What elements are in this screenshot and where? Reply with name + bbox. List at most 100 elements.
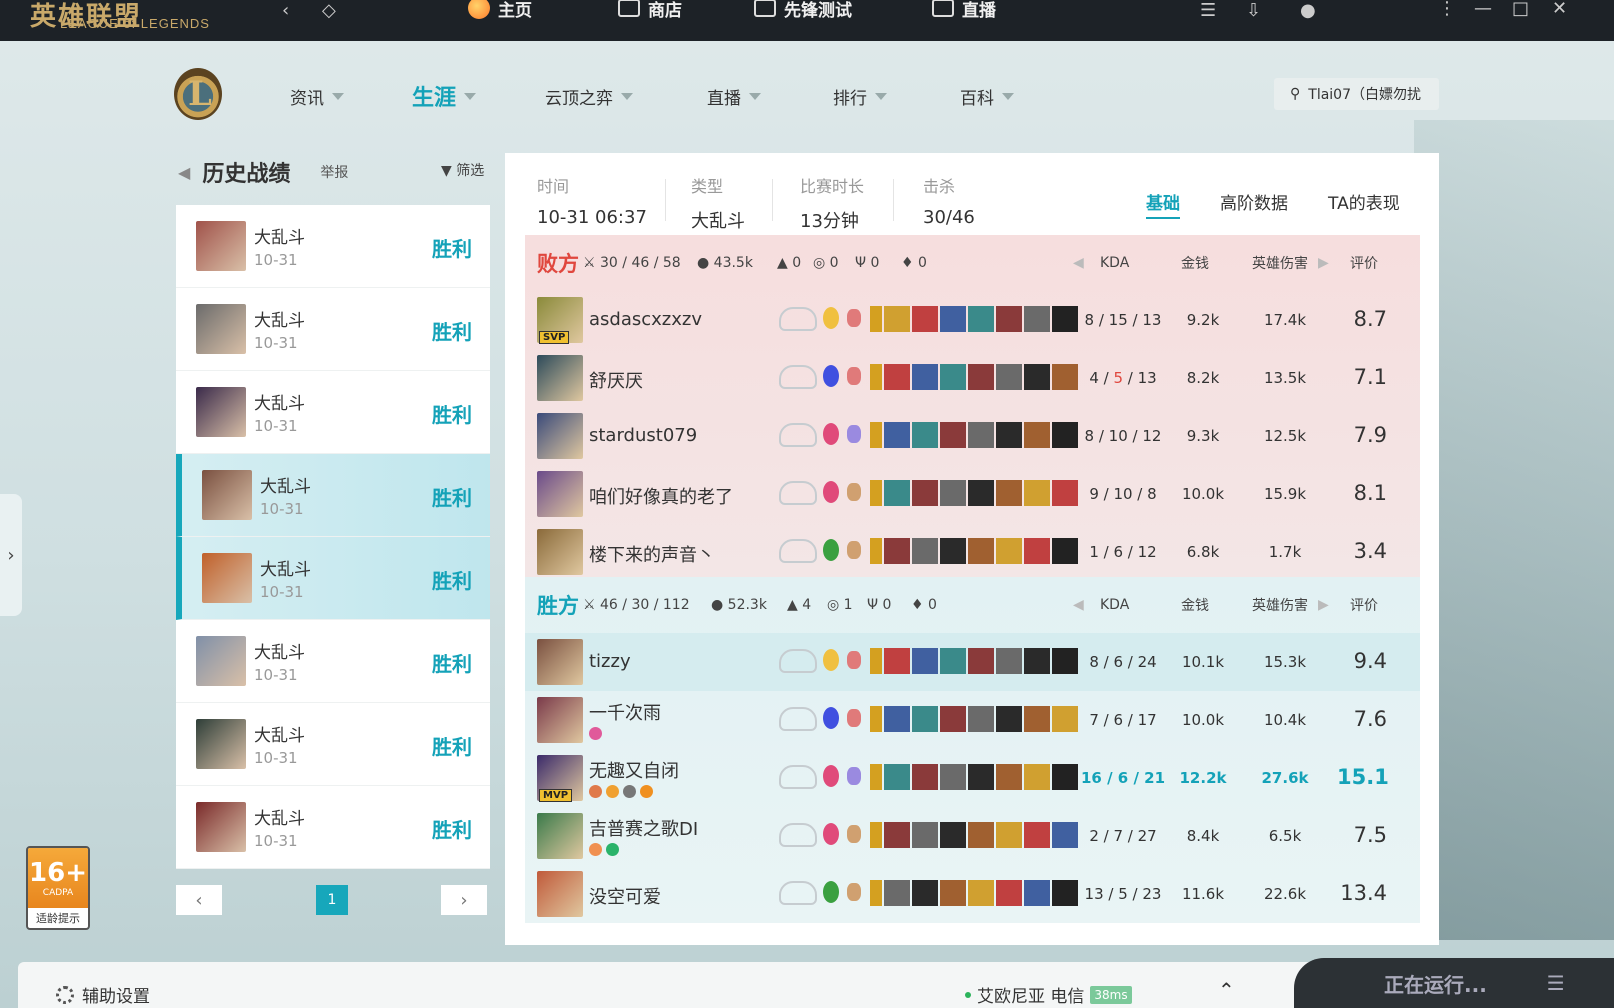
player-row[interactable]: stardust079 8 / 10 / 12 9.3k 12.5k 7.9 <box>525 407 1420 465</box>
player-name[interactable]: 楼下来的声音丶 <box>589 541 715 567</box>
report-link[interactable]: 举报 <box>320 162 348 182</box>
next-page-button[interactable]: › <box>441 885 487 915</box>
rank-wing-icon <box>779 539 817 563</box>
chevron-right-icon[interactable]: ▶ <box>1318 255 1329 271</box>
player-row[interactable]: 咱们好像真的老了 9 / 10 / 8 10.0k 15.9k 8.1 <box>525 465 1420 523</box>
player-row[interactable]: tizzy 8 / 6 / 24 10.1k 15.3k 9.4 <box>525 633 1420 691</box>
player-gold: 9.2k <box>1186 311 1220 329</box>
player-damage: 6.5k <box>1268 827 1302 845</box>
champion-avatar[interactable] <box>537 471 583 517</box>
team-towers: ▲ 4 <box>787 597 812 613</box>
rune-icon <box>823 823 839 845</box>
match-row[interactable]: 大乱斗 10-31 胜利 <box>176 786 490 869</box>
rank-wing-icon <box>779 481 817 505</box>
match-row[interactable]: 大乱斗 10-31 胜利 <box>176 537 490 620</box>
tab-performance[interactable]: TA的表现 <box>1328 189 1400 214</box>
rune-icon <box>823 307 839 329</box>
lol-emblem-icon[interactable]: L <box>174 68 222 120</box>
player-name[interactable]: 一千次雨 <box>589 699 661 725</box>
champion-avatar[interactable] <box>537 871 583 917</box>
side-expand-button[interactable]: › <box>0 494 22 616</box>
match-row[interactable]: 大乱斗 10-31 胜利 <box>176 454 490 537</box>
match-result: 胜利 <box>432 818 472 842</box>
inhibitor-icon: ◎ <box>827 597 840 613</box>
chat-icon[interactable]: ☰ <box>1200 0 1216 21</box>
assist-settings-button[interactable]: 辅助设置 <box>56 982 150 1007</box>
chevron-right-icon[interactable]: ▶ <box>1318 597 1329 613</box>
player-row[interactable]: 吉普赛之歌DI 2 / 7 / 27 8.4k 6.5k 7.5 <box>525 807 1420 865</box>
player-row[interactable]: 一千次雨 7 / 6 / 17 10.0k 10.4k 7.6 <box>525 691 1420 749</box>
player-name[interactable]: stardust079 <box>589 425 697 446</box>
match-list[interactable]: 大乱斗 10-31 胜利 大乱斗 10-31 胜利 大乱斗 10-31 胜利 大… <box>176 205 490 869</box>
nav-news[interactable]: 资讯 <box>290 84 344 109</box>
filter-button[interactable]: ▼ 筛选 <box>441 160 484 180</box>
match-row[interactable]: 大乱斗 10-31 胜利 <box>176 288 490 371</box>
column-rating: 评价 <box>1350 256 1378 272</box>
hamburger-icon[interactable]: ☰ <box>1547 971 1565 995</box>
top-nav-home[interactable]: 主页 <box>468 0 532 21</box>
player-name[interactable]: tizzy <box>589 651 631 672</box>
home-icon <box>468 0 490 19</box>
close-icon[interactable]: ✕ <box>1552 0 1567 19</box>
player-row[interactable]: MVP 无趣又自闭 16 / 6 / 21 12.2k 27.6k 15.1 <box>525 749 1420 807</box>
nav-wiki[interactable]: 百科 <box>960 84 1014 109</box>
player-row[interactable]: 楼下来的声音丶 1 / 6 / 12 6.8k 1.7k 3.4 <box>525 523 1420 581</box>
player-name[interactable]: 没空可爱 <box>589 883 661 909</box>
nav-career[interactable]: 生涯 <box>412 80 477 112</box>
player-kda: 8 / 15 / 13 <box>1084 311 1162 329</box>
player-kda: 7 / 6 / 17 <box>1089 711 1157 729</box>
top-nav-live[interactable]: 直播 <box>932 0 996 21</box>
player-name[interactable]: 无趣又自闭 <box>589 757 679 783</box>
team-kda: ⚔ 46 / 30 / 112 <box>583 597 690 613</box>
player-name[interactable]: 舒厌厌 <box>589 367 643 393</box>
top-nav-pbe[interactable]: 先锋测试 <box>754 0 852 21</box>
prev-page-button[interactable]: ‹ <box>176 885 222 915</box>
minimize-icon[interactable]: — <box>1474 0 1492 19</box>
player-name[interactable]: 吉普赛之歌DI <box>589 815 698 841</box>
team-header: 败方 ⚔ 30 / 46 / 58 ● 43.5k ▲ 0 ◎ 0 Ψ 0 ♦ … <box>525 235 1420 291</box>
chevron-down-icon <box>749 93 761 100</box>
match-row[interactable]: 大乱斗 10-31 胜利 <box>176 620 490 703</box>
chevron-left-icon[interactable]: ◀ <box>1073 597 1084 613</box>
item-build <box>870 480 1078 506</box>
item-build <box>870 538 1078 564</box>
avatar-icon[interactable]: ● <box>1300 0 1316 21</box>
champion-avatar[interactable] <box>537 813 583 859</box>
match-result: 胜利 <box>432 652 472 676</box>
tab-advanced[interactable]: 高阶数据 <box>1220 189 1288 214</box>
match-row[interactable]: 大乱斗 10-31 胜利 <box>176 703 490 786</box>
secondary-rune-icon <box>847 825 861 843</box>
maximize-icon[interactable]: □ <box>1512 0 1529 19</box>
champion-avatar[interactable] <box>537 639 583 685</box>
rank-wing-icon <box>779 423 817 447</box>
champion-avatar[interactable] <box>537 697 583 743</box>
player-row[interactable]: 舒厌厌 4 / 5 / 13 8.2k 13.5k 7.1 <box>525 349 1420 407</box>
player-row[interactable]: SVP asdascxzxzv 8 / 15 / 13 9.2k 17.4k 8… <box>525 291 1420 349</box>
player-name[interactable]: 咱们好像真的老了 <box>589 483 733 509</box>
champion-avatar[interactable] <box>537 529 583 575</box>
top-nav-store[interactable]: 商店 <box>618 0 682 21</box>
champion-avatar <box>202 553 252 603</box>
player-row[interactable]: 没空可爱 13 / 5 / 23 11.6k 22.6k 13.4 <box>525 865 1420 923</box>
champion-avatar[interactable] <box>537 413 583 459</box>
tag-icon[interactable]: ◇ <box>322 0 336 21</box>
search-box[interactable]: ⚲ Tlai07（白嫖勿扰 <box>1274 78 1439 110</box>
tab-basic[interactable]: 基础 <box>1146 189 1180 219</box>
chevron-left-icon[interactable]: ◀ <box>1073 255 1084 271</box>
download-icon[interactable]: ⇩ <box>1246 0 1261 21</box>
running-status[interactable]: 正在运行... ☰ <box>1294 958 1614 1008</box>
team-towers: ▲ 0 <box>777 255 802 271</box>
page-number[interactable]: 1 <box>316 885 348 915</box>
menu-icon[interactable]: ⋮ <box>1438 0 1456 19</box>
collapse-icon[interactable]: ◀ <box>178 163 190 182</box>
chevron-up-icon[interactable]: ⌃ <box>1218 978 1235 1002</box>
back-icon[interactable]: ‹ <box>282 0 289 21</box>
player-name[interactable]: asdascxzxzv <box>589 309 702 330</box>
nav-live[interactable]: 直播 <box>707 84 761 109</box>
champion-avatar[interactable] <box>537 355 583 401</box>
nav-tft[interactable]: 云顶之弈 <box>545 84 633 109</box>
nav-rank[interactable]: 排行 <box>833 84 887 109</box>
match-row[interactable]: 大乱斗 10-31 胜利 <box>176 205 490 288</box>
match-mode: 大乱斗 <box>254 643 305 663</box>
match-row[interactable]: 大乱斗 10-31 胜利 <box>176 371 490 454</box>
